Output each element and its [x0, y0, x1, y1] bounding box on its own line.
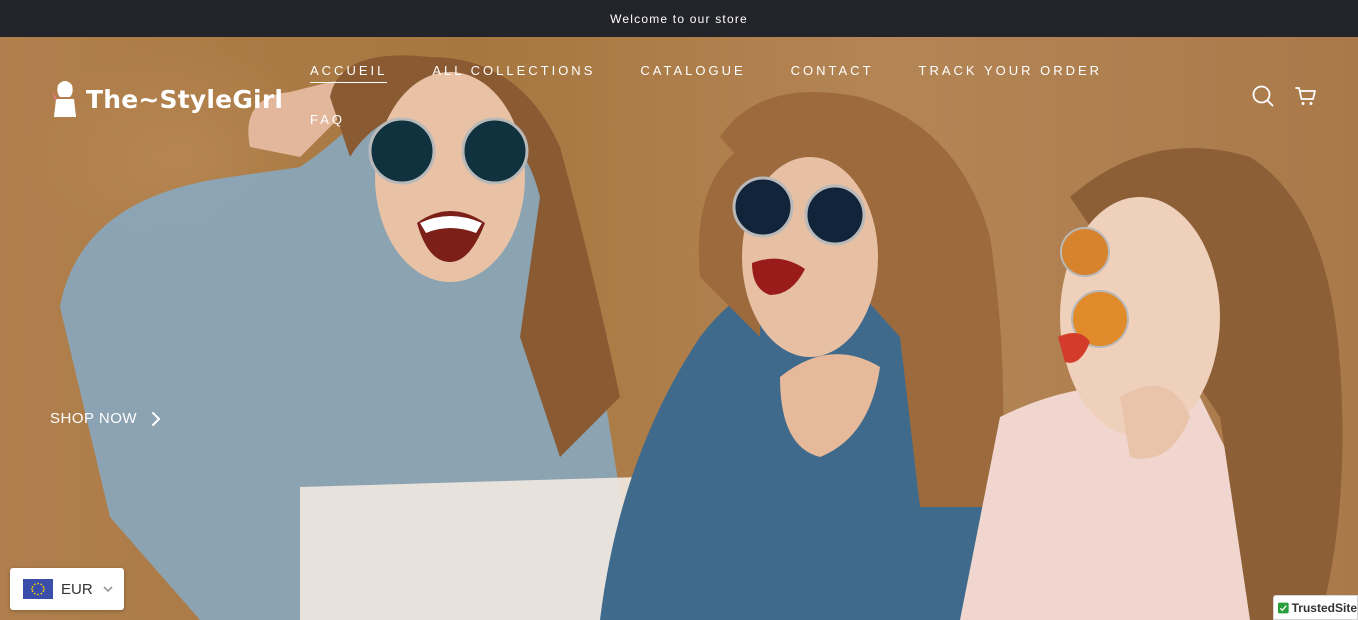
- hero-banner[interactable]: The~StyleGirl ACCUEIL ALL COLLECTIONS CA…: [0, 37, 1358, 620]
- chevron-right-icon: [152, 411, 161, 426]
- check-icon: [1278, 602, 1289, 613]
- chevron-down-icon: [103, 585, 113, 592]
- nav-link-catalogue[interactable]: CATALOGUE: [640, 63, 745, 83]
- nav-link-contact[interactable]: CONTACT: [791, 63, 874, 83]
- main-navigation: ACCUEIL ALL COLLECTIONS CATALOGUE CONTAC…: [310, 63, 1110, 131]
- logo-girl-icon: [52, 81, 76, 117]
- nav-link-all-collections[interactable]: ALL COLLECTIONS: [432, 63, 595, 83]
- nav-link-faq[interactable]: FAQ: [310, 112, 345, 131]
- store-logo[interactable]: The~StyleGirl: [50, 79, 283, 119]
- logo-text: The~StyleGirl: [86, 84, 284, 114]
- nav-link-track-order[interactable]: TRACK YOUR ORDER: [919, 63, 1103, 83]
- cart-icon: [1295, 87, 1316, 105]
- nav-link-accueil[interactable]: ACCUEIL: [310, 63, 388, 83]
- shop-now-button[interactable]: SHOP NOW: [50, 410, 161, 427]
- cart-button[interactable]: [1294, 84, 1318, 108]
- eu-flag-icon: [23, 579, 53, 599]
- nav-row-primary: ACCUEIL ALL COLLECTIONS CATALOGUE CONTAC…: [310, 63, 1110, 83]
- currency-selector[interactable]: EUR: [10, 568, 124, 610]
- search-icon: [1252, 85, 1274, 107]
- search-button[interactable]: [1251, 84, 1275, 108]
- announcement-text: Welcome to our store: [610, 11, 748, 26]
- currency-code: EUR: [61, 580, 93, 598]
- announcement-bar: Welcome to our store: [0, 0, 1358, 37]
- trustedsite-label: TrustedSite: [1291, 600, 1357, 615]
- trustedsite-badge[interactable]: TrustedSite: [1273, 595, 1358, 620]
- nav-row-secondary: FAQ: [310, 112, 1110, 131]
- shop-now-label: SHOP NOW: [50, 410, 138, 427]
